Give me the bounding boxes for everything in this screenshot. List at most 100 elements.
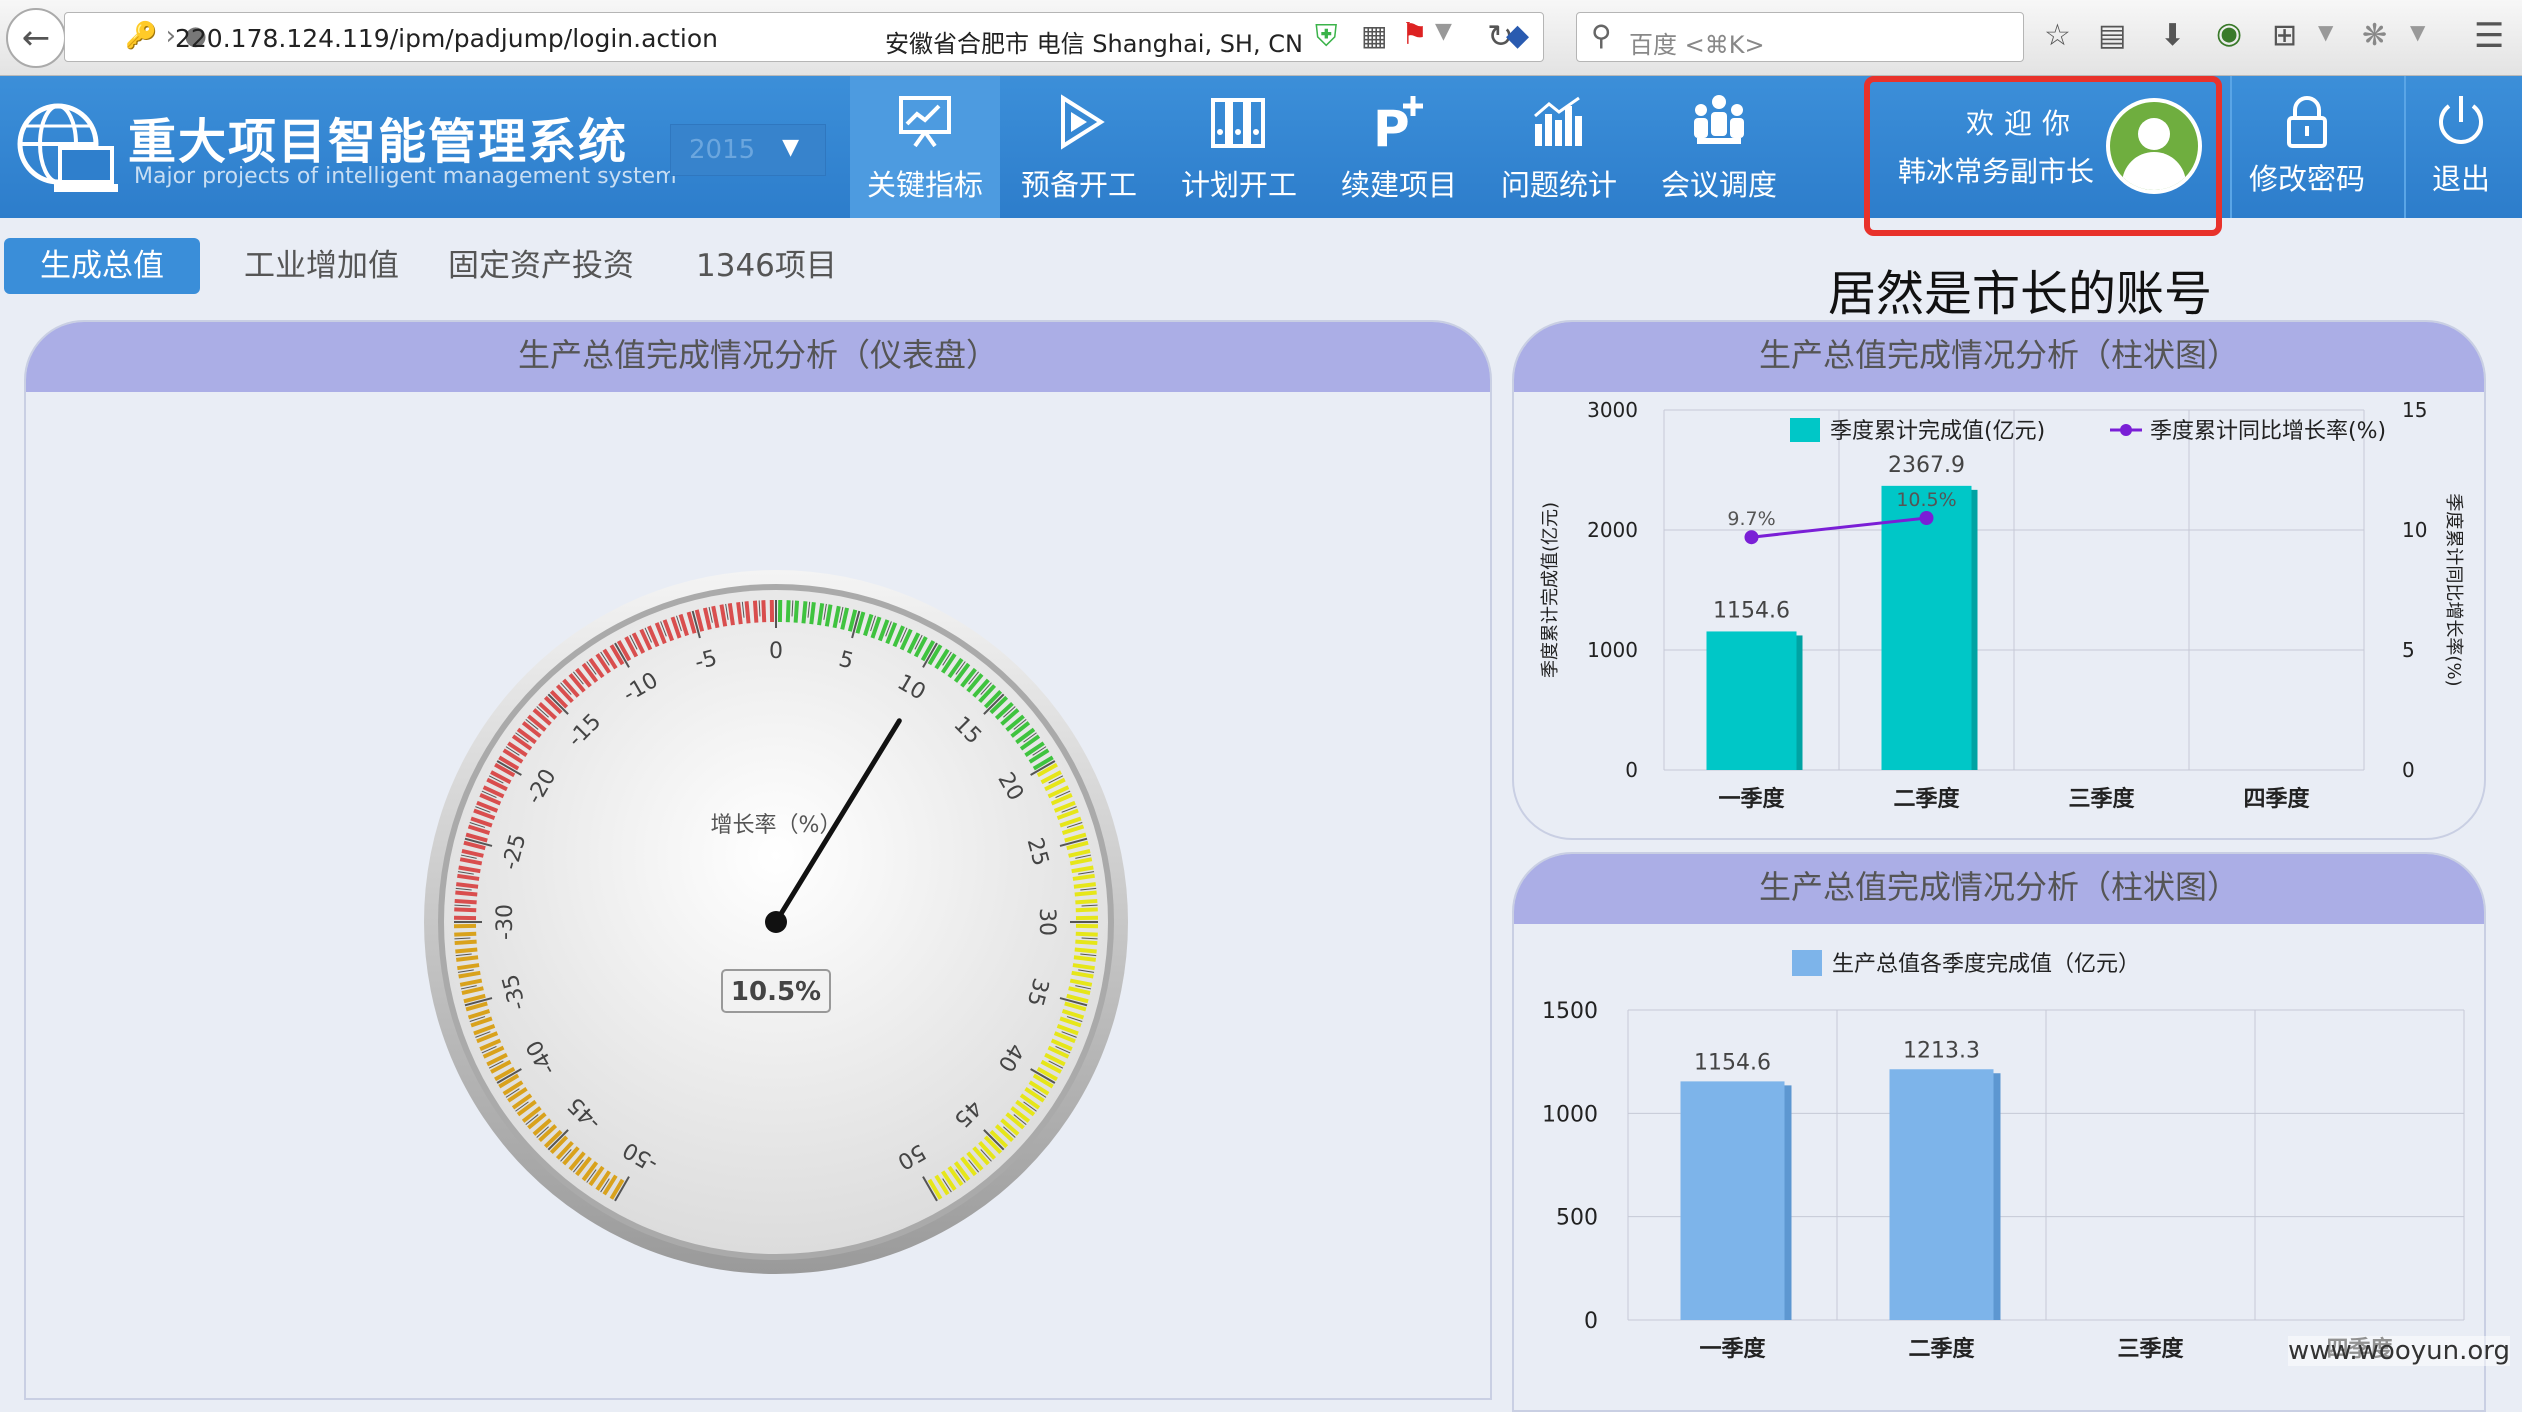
chart-panel-cumulative: 生产总值完成情况分析（柱状图） 0100020003000051015季度累计完… (1512, 320, 2486, 840)
chevron-down-icon[interactable]: ▼ (2318, 20, 2333, 44)
flag-icon: ⚑ (1401, 17, 1428, 52)
search-field[interactable]: ⚲ 百度 <⌘K> (1576, 12, 2024, 62)
gauge-pivot (765, 911, 787, 933)
menu-icon[interactable]: ☰ (2474, 16, 2504, 56)
gauge-band-segment (455, 949, 477, 951)
bar (1681, 1081, 1785, 1320)
gauge-band-segment (747, 601, 749, 623)
quarterly-bar-chart: 050010001500一季度1154.6二季度1213.3三季度四季度生产总值… (1514, 854, 2486, 1412)
dropdown-icon[interactable]: ▼ (1435, 19, 1452, 44)
gauge-band-segment (455, 901, 477, 902)
bar-value-label: 1154.6 (1713, 598, 1790, 623)
nav-planned-start[interactable]: 计划开工 (1164, 76, 1314, 218)
y-tick-label: 1000 (1587, 638, 1638, 662)
legend-label: 季度累计同比增长率(%) (2150, 419, 2386, 444)
chevron-down-icon[interactable]: ▼ (2410, 20, 2425, 44)
bar-value-label: 2367.9 (1888, 453, 1965, 478)
tab-industrial-value[interactable]: 工业增加值 (244, 238, 399, 294)
gauge-label: 增长率（%） (711, 813, 842, 838)
y-tick-label: 3000 (1587, 398, 1638, 422)
legend-swatch (1790, 418, 1820, 442)
y-tick-label: 0 (1625, 758, 1638, 782)
nav-label: 关键指标 (850, 162, 1000, 204)
x-tick-label: 三季度 (2068, 786, 2135, 812)
gauge-tick-label: 30 (1034, 908, 1059, 936)
crop-icon[interactable]: ⊞ (2272, 18, 2297, 53)
y-tick-label: 1000 (1542, 1102, 1598, 1127)
gauge-band-segment (454, 909, 476, 910)
extension-icon[interactable]: ◆ (1506, 18, 1529, 53)
legend-swatch (1792, 950, 1822, 976)
p-plus-icon: P (1369, 92, 1429, 152)
line-value-label: 9.7% (1727, 508, 1775, 530)
divider (2230, 76, 2232, 218)
panel-title: 生产总值完成情况分析（仪表盘） (26, 322, 1490, 392)
reading-list-icon[interactable]: ▤ (2098, 18, 2126, 53)
x-tick-label: 二季度 (1908, 1336, 1975, 1362)
bar-side (1785, 1085, 1792, 1320)
nav-meeting-schedule[interactable]: 会议调度 (1644, 76, 1794, 218)
gauge-panel: 生产总值完成情况分析（仪表盘） -50-45-40-35-30-25-20-15… (24, 320, 1492, 1400)
tab-fixed-asset[interactable]: 固定资产投资 (448, 238, 634, 294)
chart-panel-quarterly: 生产总值完成情况分析（柱状图） 050010001500一季度1154.6二季度… (1512, 852, 2486, 1412)
legend-label: 生产总值各季度完成值（亿元） (1832, 952, 2140, 977)
logout-label: 退出 (2400, 156, 2522, 198)
avatar-head (2138, 118, 2170, 150)
gauge-value: 10.5% (731, 977, 821, 1007)
meeting-icon (1689, 92, 1749, 152)
lock-icon (2277, 92, 2337, 152)
url-text: 220.178.124.119/ipm/padjump/login.action (175, 24, 718, 53)
y2-tick-label: 15 (2402, 398, 2427, 422)
gauge-band-segment (455, 942, 477, 943)
gauge-chart: -50-45-40-35-30-25-20-15-10-505101520253… (406, 552, 1146, 1292)
download-icon[interactable]: ⬇ (2160, 18, 2185, 53)
back-arrow-icon[interactable]: ← (6, 8, 66, 68)
bar-value-label: 1154.6 (1694, 1050, 1771, 1075)
address-bar[interactable]: 🔑 › ● 220.178.124.119/ipm/padjump/login.… (64, 12, 1544, 62)
bookmark-star-icon[interactable]: ☆ (2044, 18, 2071, 53)
search-icon: ⚲ (1591, 19, 1612, 52)
year-select[interactable]: 2015 ▼ (670, 124, 826, 176)
bar-side (1972, 490, 1978, 770)
gauge-band-segment (803, 601, 805, 623)
nav-issue-stats[interactable]: 问题统计 (1484, 76, 1634, 218)
nav-key-indicators[interactable]: 关键指标 (850, 76, 1000, 218)
x-tick-label: 二季度 (1893, 786, 1960, 812)
location-text: 安徽省合肥市 电信 Shanghai, SH, CN (885, 24, 1303, 59)
annotation-text: 居然是市长的账号 (1828, 254, 2212, 324)
gauge-band-segment (755, 601, 756, 623)
x-tick-label: 四季度 (2243, 786, 2310, 812)
logout-button[interactable]: 退出 (2400, 76, 2522, 218)
gauge-band-segment (1075, 949, 1097, 951)
bar-side (1994, 1073, 2001, 1320)
bar (1882, 486, 1972, 770)
gauge-band-segment (456, 884, 478, 887)
gauge-band-segment (1076, 909, 1098, 910)
bug-icon[interactable]: ❋ (2362, 18, 2387, 53)
binders-icon (1209, 92, 1269, 152)
nav-label: 计划开工 (1164, 162, 1314, 204)
avatar[interactable] (2106, 98, 2202, 194)
legend-label: 季度累计完成值(亿元) (1830, 419, 2045, 444)
gauge-band-segment (1074, 957, 1096, 960)
shield-icon[interactable]: ⛨ (1315, 19, 1338, 54)
x-tick-label: 一季度 (1699, 1336, 1766, 1362)
nav-prep-start[interactable]: 预备开工 (1004, 76, 1154, 218)
browser-toolbar: ← 🔑 › ● 220.178.124.119/ipm/padjump/logi… (0, 0, 2522, 76)
change-password-button[interactable]: 修改密码 (2232, 76, 2382, 218)
app-title: 重大项目智能管理系统 (128, 102, 628, 172)
addon-icon[interactable]: ◉ (2216, 16, 2242, 51)
change-password-label: 修改密码 (2232, 156, 2382, 198)
qr-code-icon[interactable]: ▦ (1361, 19, 1387, 52)
nav-continued-projects[interactable]: P 续建项目 (1324, 76, 1474, 218)
line-point (1745, 530, 1759, 544)
tab-gdp[interactable]: 生成总值 (4, 238, 200, 294)
gauge-band-segment (1076, 934, 1098, 935)
gauge-tick-label: 0 (769, 639, 783, 664)
gauge-band-segment (456, 957, 478, 960)
gauge-band-segment (796, 601, 797, 623)
tab-1346-projects[interactable]: 1346项目 (696, 238, 837, 294)
gauge-band-segment (455, 893, 477, 895)
cumulative-bar-line-chart: 0100020003000051015季度累计完成值(亿元)季度累计同比增长率(… (1514, 322, 2486, 840)
gauge-band-segment (763, 600, 764, 622)
